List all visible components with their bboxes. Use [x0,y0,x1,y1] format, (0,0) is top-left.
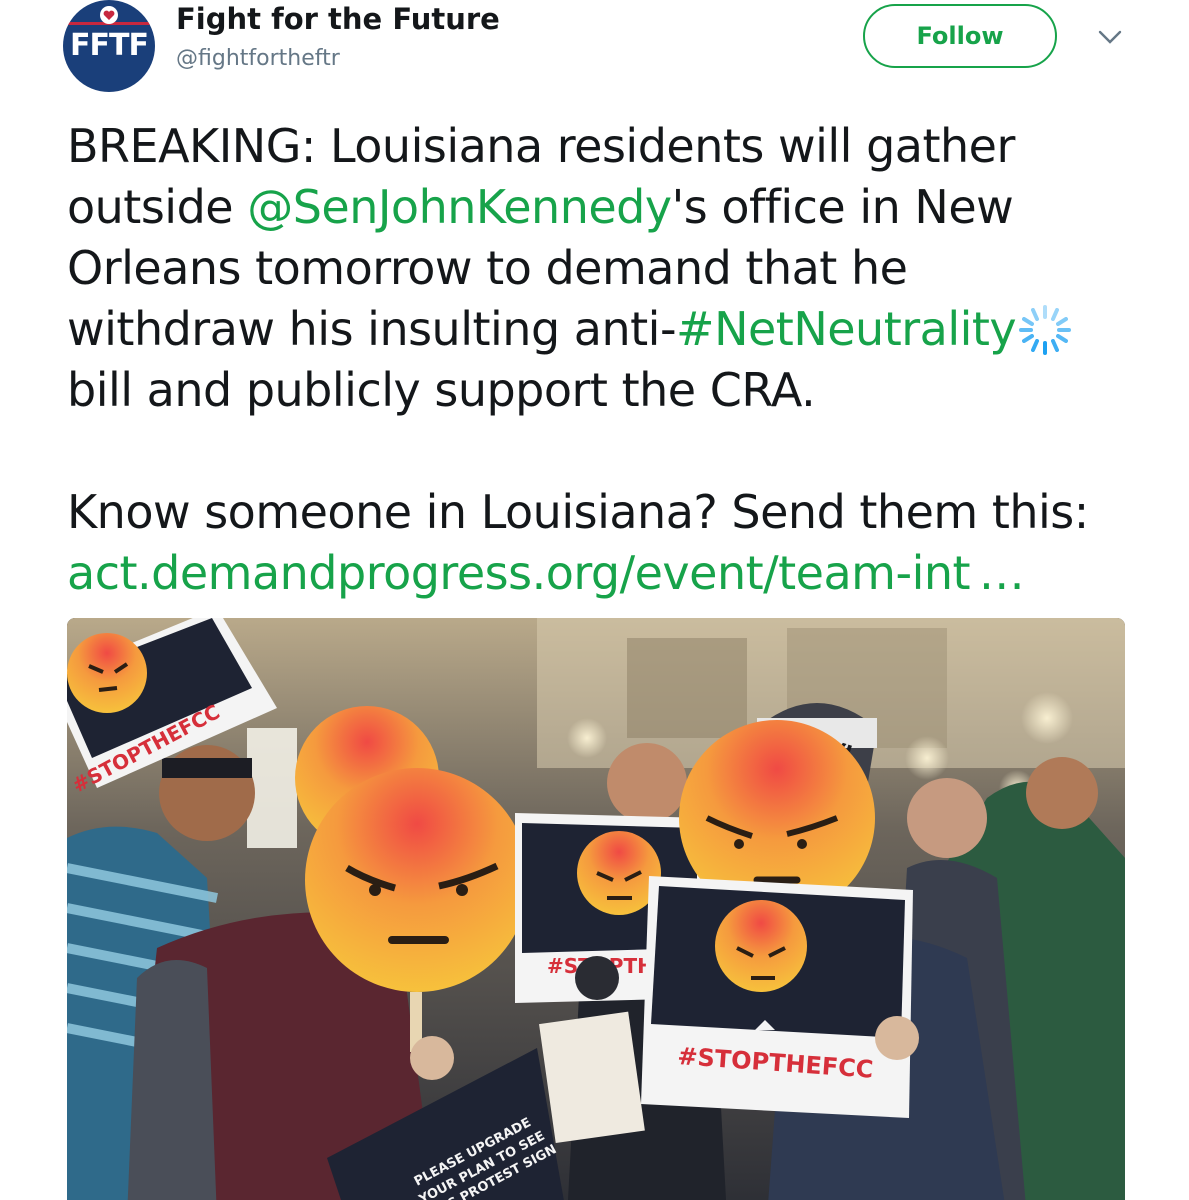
hashtag-link[interactable]: #NetNeutrality [676,302,1017,356]
tweet-card: FFTF Fight for the Future @fightfortheft… [0,0,1189,1200]
tweet-text-segment: 's office in New [671,180,1014,234]
tweet-text-segment: outside [67,180,248,234]
sign-front-right: #STOPTHEFCC [641,876,913,1118]
tweet-line: Orleans tomorrow to demand that he [67,241,908,295]
avatar[interactable]: FFTF [63,0,155,92]
tweet-text-segment: withdraw his insulting anti- [67,302,677,356]
url-link[interactable]: act.demandprogress.org/event/team-int … [67,546,1025,600]
tweet-line: outside @SenJohnKennedy's office in New [67,177,1167,238]
mention-link[interactable]: @SenJohnKennedy [247,180,672,234]
tweet-line: act.demandprogress.org/event/team-int … [67,543,1167,604]
tweet-photo[interactable]: #STOPTHEFCC #STOPTHEFCC PLEASE UPGRADE Y… [67,618,1125,1200]
chevron-down-icon[interactable] [1097,28,1123,46]
tweet-line: Know someone in Louisiana? Send them thi… [67,485,1089,539]
tweet-text: BREAKING: Louisiana residents will gathe… [67,116,1167,604]
heart-icon [100,6,118,24]
avatar-monogram: FFTF [70,28,149,63]
tweet-line: BREAKING: Louisiana residents will gathe… [67,119,1015,173]
user-handle[interactable]: @fightfortheftr [176,46,340,71]
protest-photo: #STOPTHEFCC #STOPTHEFCC PLEASE UPGRADE Y… [67,618,1125,1200]
follow-button[interactable]: Follow [863,4,1057,68]
tweet-line: bill and publicly support the CRA. [67,363,816,417]
tweet-line: withdraw his insulting anti-#NetNeutrali… [67,299,1167,360]
display-name[interactable]: Fight for the Future [176,2,500,36]
loading-spinner-icon [1019,305,1072,355]
